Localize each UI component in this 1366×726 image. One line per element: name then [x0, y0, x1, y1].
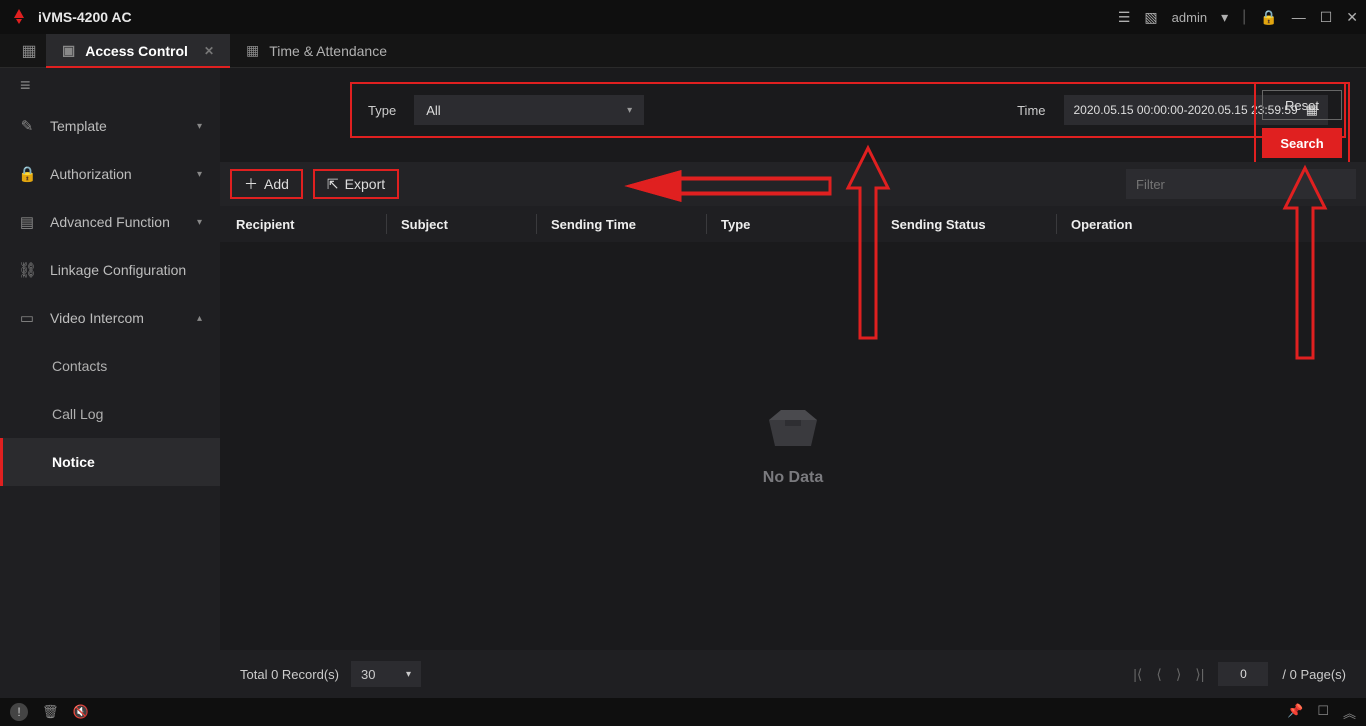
user-dropdown-icon[interactable]: ▾: [1221, 9, 1228, 26]
sidebar-sub-notice[interactable]: Notice: [0, 438, 220, 486]
chevron-down-icon: ▾: [197, 169, 202, 180]
no-data-panel: No Data: [220, 242, 1366, 650]
trash-icon[interactable]: 🗑: [42, 704, 59, 720]
sidebar: ≡ ✎ Template ▾ 🔒 Authorization ▾ ▤ Advan…: [0, 68, 220, 698]
table-toolbar: ＋ Add ⇱ Export: [220, 162, 1366, 206]
col-recipient: Recipient: [236, 214, 386, 234]
sidebar-item-label: Linkage Configuration: [50, 262, 186, 278]
title-bar: iVMS-4200 AC ☰ ▧ admin ▾ | 🔒 — ☐ ✕: [0, 0, 1366, 34]
export-button[interactable]: ⇱ Export: [313, 169, 399, 199]
access-control-icon: ▣: [62, 42, 75, 59]
sidebar-item-label: Template: [50, 118, 107, 134]
sidebar-item-authorization[interactable]: 🔒 Authorization ▾: [0, 150, 220, 198]
tab-label: Time & Attendance: [269, 43, 387, 59]
tab-access-control[interactable]: ▣ Access Control ✕: [46, 34, 230, 67]
chevron-down-icon: ▾: [197, 121, 202, 132]
template-icon: ✎: [18, 117, 36, 135]
sidebar-toggle-icon[interactable]: ≡: [0, 68, 220, 102]
sidebar-item-video-intercom[interactable]: ▭ Video Intercom ▴: [0, 294, 220, 342]
lock-icon[interactable]: 🔒: [1260, 9, 1277, 26]
add-label: Add: [264, 176, 289, 192]
reset-button[interactable]: Reset: [1262, 90, 1342, 120]
tab-close-icon[interactable]: ✕: [204, 44, 214, 58]
sidebar-item-template[interactable]: ✎ Template ▾: [0, 102, 220, 150]
type-select[interactable]: All ▾: [414, 95, 644, 125]
filter-input[interactable]: [1126, 169, 1356, 199]
next-page-button[interactable]: ⟩: [1176, 666, 1181, 683]
col-sending-status: Sending Status: [876, 214, 1056, 234]
search-label: Search: [1280, 136, 1323, 151]
col-type: Type: [706, 214, 876, 234]
tab-time-attendance[interactable]: ▦ Time & Attendance: [230, 34, 403, 67]
content-area: Type All ▾ Time 2020.05.15 00:00:00-2020…: [220, 68, 1366, 698]
user-name[interactable]: admin: [1172, 10, 1207, 25]
page-number-input[interactable]: [1218, 662, 1268, 686]
lock-icon: 🔒: [18, 165, 36, 183]
sidebar-sub-contacts[interactable]: Contacts: [0, 342, 220, 390]
prev-page-button[interactable]: ⟨: [1156, 666, 1161, 683]
empty-box-icon: [763, 406, 823, 455]
apps-grid-icon[interactable]: ▦: [12, 34, 46, 67]
reset-label: Reset: [1285, 98, 1319, 113]
table-header: Recipient Subject Sending Time Type Send…: [220, 206, 1366, 242]
chevron-down-icon: ▾: [197, 217, 202, 228]
plus-icon: ＋: [244, 174, 258, 194]
sidebar-item-label: Authorization: [50, 166, 132, 182]
separator: |: [1242, 8, 1246, 26]
page-size-select[interactable]: 30 ▾: [351, 661, 421, 687]
col-operation: Operation: [1056, 214, 1350, 234]
pages-total-label: / 0 Page(s): [1282, 667, 1346, 682]
sidebar-item-label: Video Intercom: [50, 310, 144, 326]
calendar-icon: ▦: [246, 42, 259, 59]
advanced-icon: ▤: [18, 213, 36, 231]
sidebar-item-advanced[interactable]: ▤ Advanced Function ▾: [0, 198, 220, 246]
export-label: Export: [345, 176, 385, 192]
chevron-up-icon: ▴: [197, 313, 202, 324]
time-label: Time: [1017, 103, 1045, 118]
sidebar-sub-call-log[interactable]: Call Log: [0, 390, 220, 438]
main-area: ≡ ✎ Template ▾ 🔒 Authorization ▾ ▤ Advan…: [0, 68, 1366, 698]
export-icon: ⇱: [327, 176, 339, 193]
add-button[interactable]: ＋ Add: [230, 169, 303, 199]
tab-label: Access Control: [85, 43, 188, 59]
linkage-icon: ⛓: [18, 261, 36, 279]
tab-bar: ▦ ▣ Access Control ✕ ▦ Time & Attendance: [0, 34, 1366, 68]
sidebar-item-linkage[interactable]: ⛓ Linkage Configuration: [0, 246, 220, 294]
sidebar-sub-label: Contacts: [52, 358, 107, 374]
image-icon[interactable]: ▧: [1144, 9, 1157, 26]
app-title: iVMS-4200 AC: [38, 9, 132, 25]
sidebar-sub-label: Notice: [52, 454, 95, 470]
type-value: All: [426, 103, 440, 118]
sidebar-sub-label: Call Log: [52, 406, 103, 422]
first-page-button[interactable]: |⟨: [1133, 666, 1142, 683]
maximize-icon[interactable]: ☐: [1320, 9, 1333, 26]
status-bar: ! 🗑 🔇 📌 ☐ ︽: [0, 698, 1366, 726]
search-button[interactable]: Search: [1262, 128, 1342, 158]
alert-icon[interactable]: !: [10, 703, 28, 721]
page-size-value: 30: [361, 667, 375, 682]
window-icon[interactable]: ☐: [1317, 703, 1329, 722]
mute-icon[interactable]: 🔇: [73, 704, 89, 720]
last-page-button[interactable]: ⟩|: [1195, 666, 1204, 683]
list-icon[interactable]: ☰: [1118, 9, 1131, 26]
intercom-icon: ▭: [18, 309, 36, 327]
type-label: Type: [368, 103, 396, 118]
caret-down-icon: ▾: [406, 669, 411, 680]
pin-icon[interactable]: 📌: [1287, 703, 1303, 722]
col-subject: Subject: [386, 214, 536, 234]
no-data-label: No Data: [763, 469, 823, 487]
sidebar-item-label: Advanced Function: [50, 214, 170, 230]
action-buttons: Reset Search: [1254, 82, 1350, 166]
close-icon[interactable]: ✕: [1346, 9, 1358, 26]
total-records-label: Total 0 Record(s): [240, 667, 339, 682]
filter-row: Type All ▾ Time 2020.05.15 00:00:00-2020…: [350, 82, 1346, 138]
pagination-bar: Total 0 Record(s) 30 ▾ |⟨ ⟨ ⟩ ⟩| / 0 Pag…: [220, 650, 1366, 698]
caret-down-icon: ▾: [627, 105, 632, 116]
collapse-icon[interactable]: ︽: [1343, 703, 1356, 722]
minimize-icon[interactable]: —: [1292, 9, 1306, 25]
app-logo-icon: [8, 6, 30, 28]
col-sending-time: Sending Time: [536, 214, 706, 234]
